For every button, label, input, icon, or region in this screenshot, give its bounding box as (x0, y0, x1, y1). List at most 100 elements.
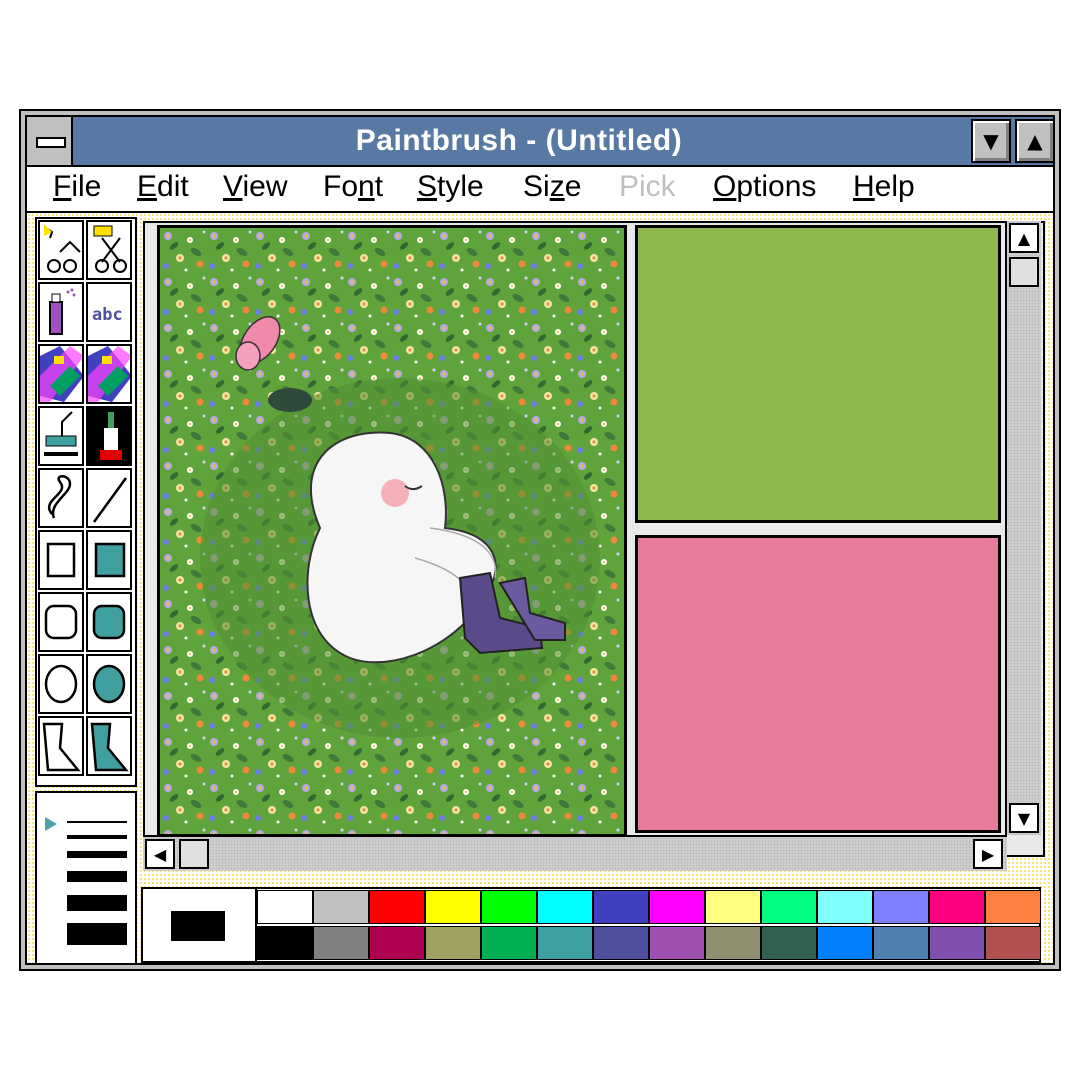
rounded-box-tool[interactable] (38, 592, 84, 652)
eraser-tool[interactable] (86, 344, 132, 404)
foreground-color (171, 911, 225, 941)
polygon-tool[interactable] (38, 716, 84, 776)
palette-swatch[interactable] (593, 890, 649, 924)
palette-swatch[interactable] (817, 890, 873, 924)
airbrush-icon (49, 288, 76, 335)
line-width-6[interactable] (67, 923, 127, 945)
filled-polygon-icon (90, 722, 129, 772)
palette-swatch[interactable] (257, 926, 313, 960)
menu-size[interactable]: Size (523, 170, 581, 204)
circle-tool[interactable] (38, 654, 84, 714)
palette-swatch[interactable] (985, 890, 1041, 924)
palette-swatch[interactable] (481, 926, 537, 960)
arrow-up-icon: ▲ (1017, 228, 1031, 248)
line-width-4[interactable] (67, 871, 127, 882)
vertical-scrollbar[interactable]: ▲ ▼ (1005, 221, 1041, 835)
filled-polygon-tool[interactable] (86, 716, 132, 776)
line-tool[interactable] (86, 468, 132, 528)
palette-swatch[interactable] (649, 890, 705, 924)
palette-swatch[interactable] (929, 890, 985, 924)
box-tool[interactable] (38, 530, 84, 590)
menu-style[interactable]: Style (417, 170, 484, 204)
filled-circle-icon (92, 664, 126, 704)
green-panel (635, 225, 1001, 523)
filled-box-tool[interactable] (86, 530, 132, 590)
line-width-2[interactable] (67, 835, 127, 839)
line-icon (92, 477, 128, 523)
palette-swatch[interactable] (873, 890, 929, 924)
palette-swatch[interactable] (817, 926, 873, 960)
color-palette (141, 887, 1041, 963)
filled-rounded-box-tool[interactable] (86, 592, 132, 652)
window-frame: Paintbrush - (Untitled) ▼ ▲ File Edit View… (25, 115, 1055, 965)
palette-swatch[interactable] (649, 926, 705, 960)
palette-swatch[interactable] (929, 926, 985, 960)
line-width-3[interactable] (67, 851, 127, 858)
scissors-tool[interactable] (86, 220, 132, 280)
scroll-left-button[interactable]: ◀ (145, 839, 175, 869)
palette-swatch[interactable] (369, 926, 425, 960)
palette-swatch[interactable] (705, 890, 761, 924)
title-bar[interactable]: Paintbrush - (Untitled) ▼ ▲ (27, 117, 1055, 167)
paint-roller-tool[interactable] (38, 406, 84, 466)
scroll-down-button[interactable]: ▼ (1009, 803, 1039, 833)
maximize-button[interactable]: ▲ (1015, 119, 1055, 163)
line-width-5[interactable] (67, 895, 127, 911)
palette-swatch[interactable] (425, 926, 481, 960)
scroll-up-button[interactable]: ▲ (1009, 223, 1039, 253)
triangle-down-icon: ▼ (983, 129, 999, 153)
palette-swatch[interactable] (481, 890, 537, 924)
filled-circle-tool[interactable] (86, 654, 132, 714)
pick-scissors-tool[interactable] (38, 220, 84, 280)
palette-swatch[interactable] (369, 890, 425, 924)
scissors-icon (93, 225, 127, 273)
palette-swatch[interactable] (313, 926, 369, 960)
menu-options[interactable]: Options (713, 170, 816, 204)
menu-bar: File Edit View Font Style Size Pick Options Help (27, 167, 1053, 213)
artwork-ghost-in-flowers (157, 225, 627, 837)
menu-view[interactable]: View (223, 170, 287, 204)
arrow-left-icon: ◀ (153, 844, 167, 864)
palette-swatch[interactable] (761, 926, 817, 960)
toolbox: abc (35, 217, 137, 787)
menu-file[interactable]: File (53, 170, 101, 204)
line-width-1[interactable] (67, 821, 127, 823)
filled-rounded-box-icon (92, 604, 126, 640)
palette-swatch[interactable] (537, 926, 593, 960)
artwork-svg (160, 228, 624, 834)
palette-swatch[interactable] (873, 926, 929, 960)
arrow-right-icon: ▶ (981, 844, 995, 864)
palette-swatch[interactable] (985, 926, 1041, 960)
drawing-canvas[interactable] (143, 221, 1045, 857)
palette-swatch[interactable] (761, 890, 817, 924)
arrow-down-icon: ▼ (1017, 808, 1031, 828)
menu-font[interactable]: Font (323, 170, 383, 204)
system-menu-icon (36, 137, 66, 148)
palette-swatch[interactable] (537, 890, 593, 924)
horizontal-scroll-thumb[interactable] (179, 839, 209, 869)
brush-tool[interactable] (86, 406, 134, 468)
scroll-right-button[interactable]: ▶ (973, 839, 1003, 869)
triangle-up-icon: ▲ (1027, 129, 1043, 153)
svg-text:abc: abc (92, 305, 123, 325)
curve-tool[interactable] (38, 468, 84, 528)
airbrush-tool[interactable] (38, 282, 84, 342)
vertical-scroll-thumb[interactable] (1009, 257, 1039, 287)
color-eraser-tool[interactable] (38, 344, 84, 404)
text-tool[interactable]: abc (86, 282, 132, 342)
palette-swatch[interactable] (257, 890, 313, 924)
palette-swatch[interactable] (425, 890, 481, 924)
line-width-box (35, 791, 137, 965)
color-eraser-icon (40, 346, 84, 402)
palette-swatch[interactable] (313, 890, 369, 924)
system-menu-button[interactable] (27, 117, 73, 165)
selected-width-arrow-icon (45, 817, 57, 831)
minimize-button[interactable]: ▼ (971, 119, 1011, 163)
palette-swatch[interactable] (705, 926, 761, 960)
palette-swatch[interactable] (593, 926, 649, 960)
text-icon: abc (92, 305, 123, 325)
menu-help[interactable]: Help (853, 170, 915, 204)
horizontal-scrollbar[interactable]: ◀ ▶ (143, 835, 1007, 871)
menu-edit[interactable]: Edit (137, 170, 189, 204)
filled-box-icon (94, 542, 126, 578)
